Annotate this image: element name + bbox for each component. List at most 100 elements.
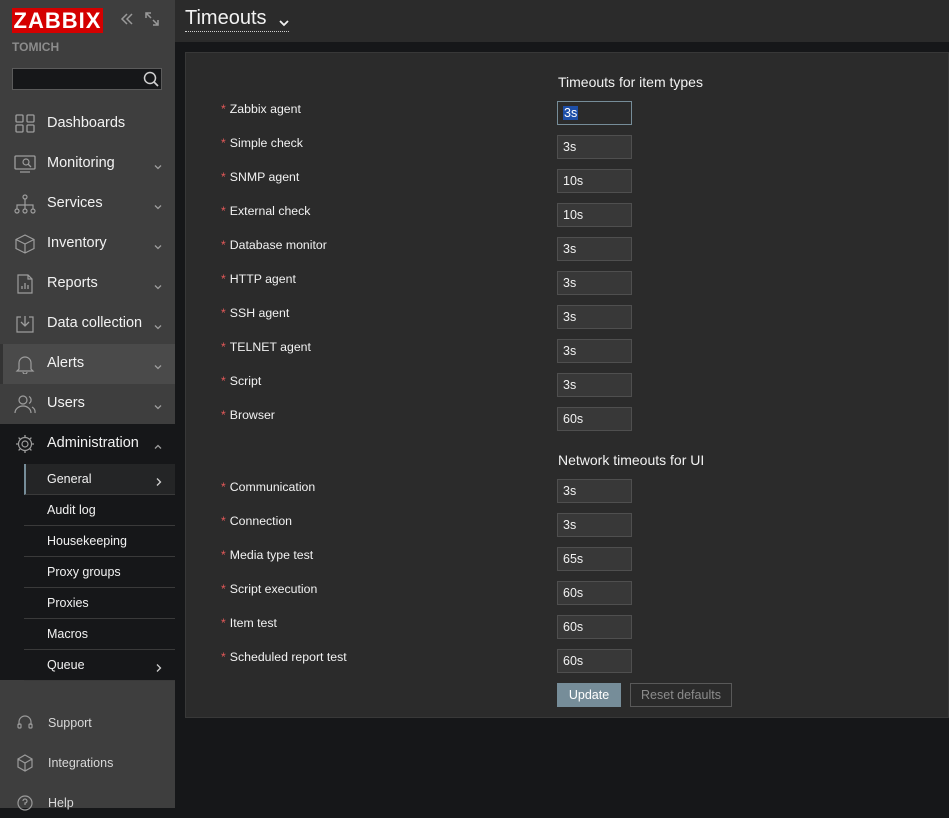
media-type-test-timeout-input[interactable] [557, 547, 632, 571]
field-label: * TELNET agent [221, 340, 311, 354]
field-label: * Script [221, 374, 262, 388]
nav-services[interactable]: Services [0, 184, 175, 224]
chevron-right-icon [155, 660, 163, 672]
integrations-icon [16, 754, 34, 772]
chevron-down-icon [153, 279, 163, 290]
submenu-label: Proxy groups [47, 565, 121, 579]
chevron-down-icon [153, 159, 163, 170]
nav-administration[interactable]: Administration [0, 424, 175, 464]
script-execution-timeout-input[interactable] [557, 581, 632, 605]
page-header: Timeouts [175, 0, 949, 42]
sidebar: ZABBIX TOMICH Dashboards Monitoring Serv… [0, 0, 175, 811]
ssh-agent-timeout-input[interactable] [557, 305, 632, 329]
chevron-down-icon [153, 239, 163, 250]
submenu-macros[interactable]: Macros [24, 619, 175, 650]
external-check-timeout-input[interactable] [557, 203, 632, 227]
users-icon [14, 394, 36, 414]
submenu-general[interactable]: General [24, 464, 175, 495]
chevron-down-icon[interactable] [278, 15, 290, 27]
nav-integrations[interactable]: Integrations [0, 748, 175, 778]
reset-defaults-button[interactable]: Reset defaults [630, 683, 732, 707]
help-icon [16, 794, 34, 812]
submenu-label: Audit log [47, 503, 96, 517]
scheduled-report-test-timeout-input[interactable] [557, 649, 632, 673]
reports-document-icon [14, 274, 36, 294]
nav-alerts[interactable]: Alerts [0, 344, 175, 384]
chevron-down-icon [153, 359, 163, 370]
nav-dashboards[interactable]: Dashboards [0, 104, 175, 144]
field-label: * SSH agent [221, 306, 290, 320]
nav-label: Inventory [47, 235, 107, 251]
field-label: * Zabbix agent [221, 102, 301, 116]
collapse-sidebar-icon[interactable] [118, 10, 136, 28]
nav-label: Reports [47, 275, 98, 291]
required-mark: * [221, 102, 226, 116]
headset-icon [16, 714, 34, 732]
zabbix-logo[interactable]: ZABBIX [12, 8, 103, 33]
footer-label: Integrations [48, 756, 114, 770]
field-label: * Database monitor [221, 238, 327, 252]
data-collection-icon [14, 314, 36, 334]
chevron-down-icon [153, 199, 163, 210]
update-button[interactable]: Update [557, 683, 621, 707]
nav-inventory[interactable]: Inventory [0, 224, 175, 264]
http-agent-timeout-input[interactable] [557, 271, 632, 295]
page-title-dropdown[interactable]: Timeouts [185, 7, 289, 32]
nav-label: Dashboards [47, 115, 126, 131]
field-label: * SNMP agent [221, 170, 300, 184]
search-icon[interactable] [140, 69, 162, 89]
nav-reports[interactable]: Reports [0, 264, 175, 304]
nav-label: Services [47, 195, 103, 211]
connection-timeout-input[interactable] [557, 513, 632, 537]
simple-check-timeout-input[interactable] [557, 135, 632, 159]
nav-users[interactable]: Users [0, 384, 175, 424]
submenu-label: Proxies [47, 596, 89, 610]
gear-icon [14, 434, 36, 454]
nav-data-collection[interactable]: Data collection [0, 304, 175, 344]
field-label: * Scheduled report test [221, 650, 347, 664]
footer-label: Support [48, 716, 92, 730]
item-test-timeout-input[interactable] [557, 615, 632, 639]
communication-timeout-input[interactable] [557, 479, 632, 503]
chevron-up-icon [153, 439, 163, 449]
browser-timeout-input[interactable] [557, 407, 632, 431]
field-label: * Browser [221, 408, 275, 422]
submenu-queue[interactable]: Queue [24, 650, 175, 681]
script-timeout-input[interactable] [557, 373, 632, 397]
submenu-proxies[interactable]: Proxies [24, 588, 175, 619]
submenu-proxy-groups[interactable]: Proxy groups [24, 557, 175, 588]
bell-icon [14, 354, 36, 375]
submenu-label: Macros [47, 627, 88, 641]
monitoring-icon [14, 154, 36, 174]
services-hierarchy-icon [14, 194, 36, 214]
submenu-housekeeping[interactable]: Housekeeping [24, 526, 175, 557]
chevron-right-icon [155, 474, 163, 486]
telnet-agent-timeout-input[interactable] [557, 339, 632, 363]
nav-monitoring[interactable]: Monitoring [0, 144, 175, 184]
field-label: * Connection [221, 514, 293, 528]
field-label: * External check [221, 204, 311, 218]
nav-label: Administration [47, 435, 139, 451]
nav-label: Monitoring [47, 155, 115, 171]
field-label: * Item test [221, 616, 277, 630]
nav-label: Data collection [47, 315, 143, 331]
submenu-label: Queue [47, 658, 85, 672]
submenu-audit-log[interactable]: Audit log [24, 495, 175, 526]
snmp-agent-timeout-input[interactable] [557, 169, 632, 193]
nav-label: Users [47, 395, 85, 411]
field-label: * Simple check [221, 136, 303, 150]
kiosk-mode-icon[interactable] [143, 10, 161, 28]
chevron-down-icon [153, 399, 163, 410]
section-title-item-types: Timeouts for item types [558, 74, 703, 90]
dashboard-grid-icon [14, 114, 36, 134]
nav-help[interactable]: Help [0, 788, 175, 818]
administration-submenu: General Audit log Housekeeping Proxy gro… [0, 464, 175, 681]
zabbix-agent-timeout-input[interactable]: 3s [557, 101, 632, 125]
field-label: * Script execution [221, 582, 318, 596]
submenu-label: General [47, 472, 92, 486]
section-title-network: Network timeouts for UI [558, 452, 705, 468]
database-monitor-timeout-input[interactable] [557, 237, 632, 261]
inventory-box-icon [14, 234, 36, 254]
nav-label: Alerts [47, 355, 85, 371]
nav-support[interactable]: Support [0, 708, 175, 738]
